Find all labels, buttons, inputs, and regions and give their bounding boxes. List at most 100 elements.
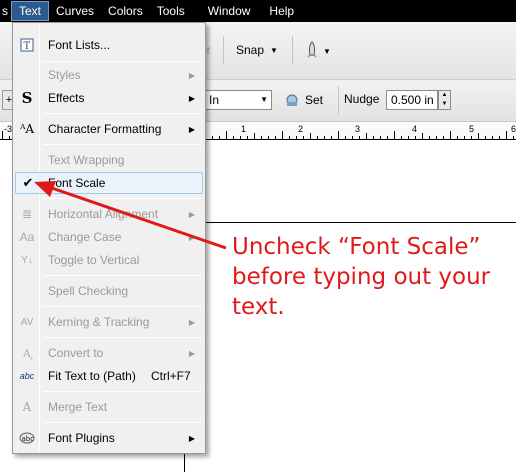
menu-item-change-case[interactable]: Aa Change Case ▶: [15, 226, 203, 248]
chevron-down-icon: ▼: [270, 45, 278, 55]
fit-text-path-icon: abc: [19, 371, 35, 381]
ruler-tick: [261, 136, 262, 139]
ruler-tick: [212, 136, 213, 139]
ruler-tick: [373, 136, 374, 139]
ruler-tick: [429, 136, 430, 139]
ruler-tick: [268, 136, 269, 139]
spin-down-icon[interactable]: ▼: [439, 100, 450, 109]
menu-separator: [43, 144, 201, 145]
text-menu-dropdown: T Font Lists... Styles ▶ S Effects ▶ ᴬA …: [12, 22, 206, 454]
menu-item-toggle-vertical[interactable]: Y↓ Toggle to Vertical: [15, 249, 203, 271]
ruler-tick: [471, 136, 472, 139]
chevron-down-icon: ▼: [323, 46, 331, 56]
menu-item-horizontal-alignment[interactable]: ≣ Horizontal Alignment ▶: [15, 203, 203, 225]
menu-tools[interactable]: Tools: [150, 1, 192, 21]
menu-item-effects[interactable]: S Effects ▶: [15, 87, 203, 109]
ruler-tick: [394, 131, 395, 139]
ruler-label: 2: [298, 124, 304, 134]
menu-item-character-formatting[interactable]: ᴬA Character Formatting ▶: [15, 118, 203, 140]
ruler-tick: [345, 136, 346, 139]
menu-separator: [43, 275, 201, 276]
units-select[interactable]: In ▼: [204, 90, 272, 110]
font-plugins-icon: abc: [17, 428, 37, 448]
ruler-tick: [485, 136, 486, 139]
menu-separator: [43, 198, 201, 199]
menu-item-fit-text-path[interactable]: abc Fit Text to (Path) Ctrl+F7: [15, 365, 203, 387]
ruler-tick: [352, 136, 353, 139]
snap-label: Snap: [236, 43, 265, 57]
ruler-tick: [513, 136, 514, 139]
ruler-tick: [240, 136, 241, 139]
ruler-tick: [380, 136, 381, 139]
ruler-label: 4: [412, 124, 418, 134]
set-label: Set: [305, 93, 324, 107]
ruler-tick: [254, 133, 255, 139]
ruler-tick: [226, 131, 227, 139]
set-button[interactable]: Set: [284, 90, 323, 110]
menu-partial[interactable]: s: [0, 1, 11, 21]
font-list-icon: T: [17, 35, 37, 55]
menu-item-font-plugins[interactable]: abc Font Plugins ▶: [15, 427, 203, 449]
ruler-tick: [457, 136, 458, 139]
menu-separator: [43, 422, 201, 423]
horizontal-alignment-icon: ≣: [21, 207, 33, 221]
ruler-tick: [359, 136, 360, 139]
nudge-input[interactable]: 0.500 in: [386, 90, 438, 110]
menu-item-spell-checking[interactable]: Spell Checking: [15, 280, 203, 302]
units-value: In: [209, 93, 220, 107]
toolbar-separator: [338, 86, 339, 114]
spin-up-icon[interactable]: ▲: [439, 91, 450, 100]
ruler-tick: [324, 136, 325, 139]
ruler-tick: [366, 133, 367, 139]
ruler-label: 6: [511, 124, 516, 134]
checkmark-icon: ✔: [22, 175, 34, 190]
toolbar-separator: [223, 36, 224, 64]
ruler-tick: [436, 136, 437, 139]
ruler-tick: [289, 136, 290, 139]
menu-bar: s Text Curves Colors Tools Window Help: [0, 0, 516, 22]
submenu-arrow-icon: ▶: [188, 317, 195, 327]
menu-text[interactable]: Text: [11, 1, 50, 21]
nudge-stepper[interactable]: ▲ ▼: [438, 90, 451, 110]
convert-icon: A͙: [22, 345, 32, 360]
submenu-arrow-icon: ▶: [188, 232, 195, 242]
toolbar-separator: [292, 36, 293, 64]
ruler-tick: [9, 136, 10, 139]
menu-help[interactable]: Help: [257, 1, 301, 21]
chevron-down-icon: ▼: [260, 95, 268, 104]
page-border-top: [184, 222, 516, 223]
ruler-tick: [401, 136, 402, 139]
ruler-tick: [415, 136, 416, 139]
ruler-tick: [275, 136, 276, 139]
snap-button[interactable]: Snap ▼: [236, 40, 278, 60]
ruler-tick: [506, 131, 507, 139]
ruler-tick: [296, 136, 297, 139]
ruler-tick: [499, 136, 500, 139]
shortcut-label: Ctrl+F7: [151, 369, 191, 383]
merge-text-icon: A: [22, 400, 32, 414]
menu-item-font-lists[interactable]: T Font Lists...: [15, 34, 203, 56]
change-case-icon: Aa: [19, 230, 35, 244]
menu-item-styles[interactable]: Styles ▶: [15, 64, 203, 86]
submenu-arrow-icon: ▶: [188, 348, 195, 358]
menu-item-kerning-tracking[interactable]: AV Kerning & Tracking ▶: [15, 311, 203, 333]
menu-curves[interactable]: Curves: [49, 1, 101, 21]
launch-button[interactable]: ▼: [305, 39, 335, 63]
menu-item-merge-text[interactable]: A Merge Text: [15, 396, 203, 418]
ruler-tick: [408, 136, 409, 139]
menu-separator: [43, 337, 201, 338]
ruler-tick: [387, 136, 388, 139]
submenu-arrow-icon: ▶: [188, 124, 195, 134]
menu-separator: [43, 113, 201, 114]
menu-item-text-wrapping[interactable]: Text Wrapping: [15, 149, 203, 171]
set-icon: [286, 94, 298, 106]
menu-colors[interactable]: Colors: [101, 1, 150, 21]
effects-icon: S: [21, 89, 33, 107]
menu-window[interactable]: Window: [192, 1, 258, 21]
ruler-tick: [443, 136, 444, 139]
menu-item-font-scale[interactable]: ✔ Font Scale: [15, 172, 203, 194]
ruler-tick: [303, 136, 304, 139]
ruler-tick: [247, 136, 248, 139]
menu-item-convert-to[interactable]: A͙ Convert to ▶: [15, 342, 203, 364]
ruler-label: 3: [355, 124, 361, 134]
